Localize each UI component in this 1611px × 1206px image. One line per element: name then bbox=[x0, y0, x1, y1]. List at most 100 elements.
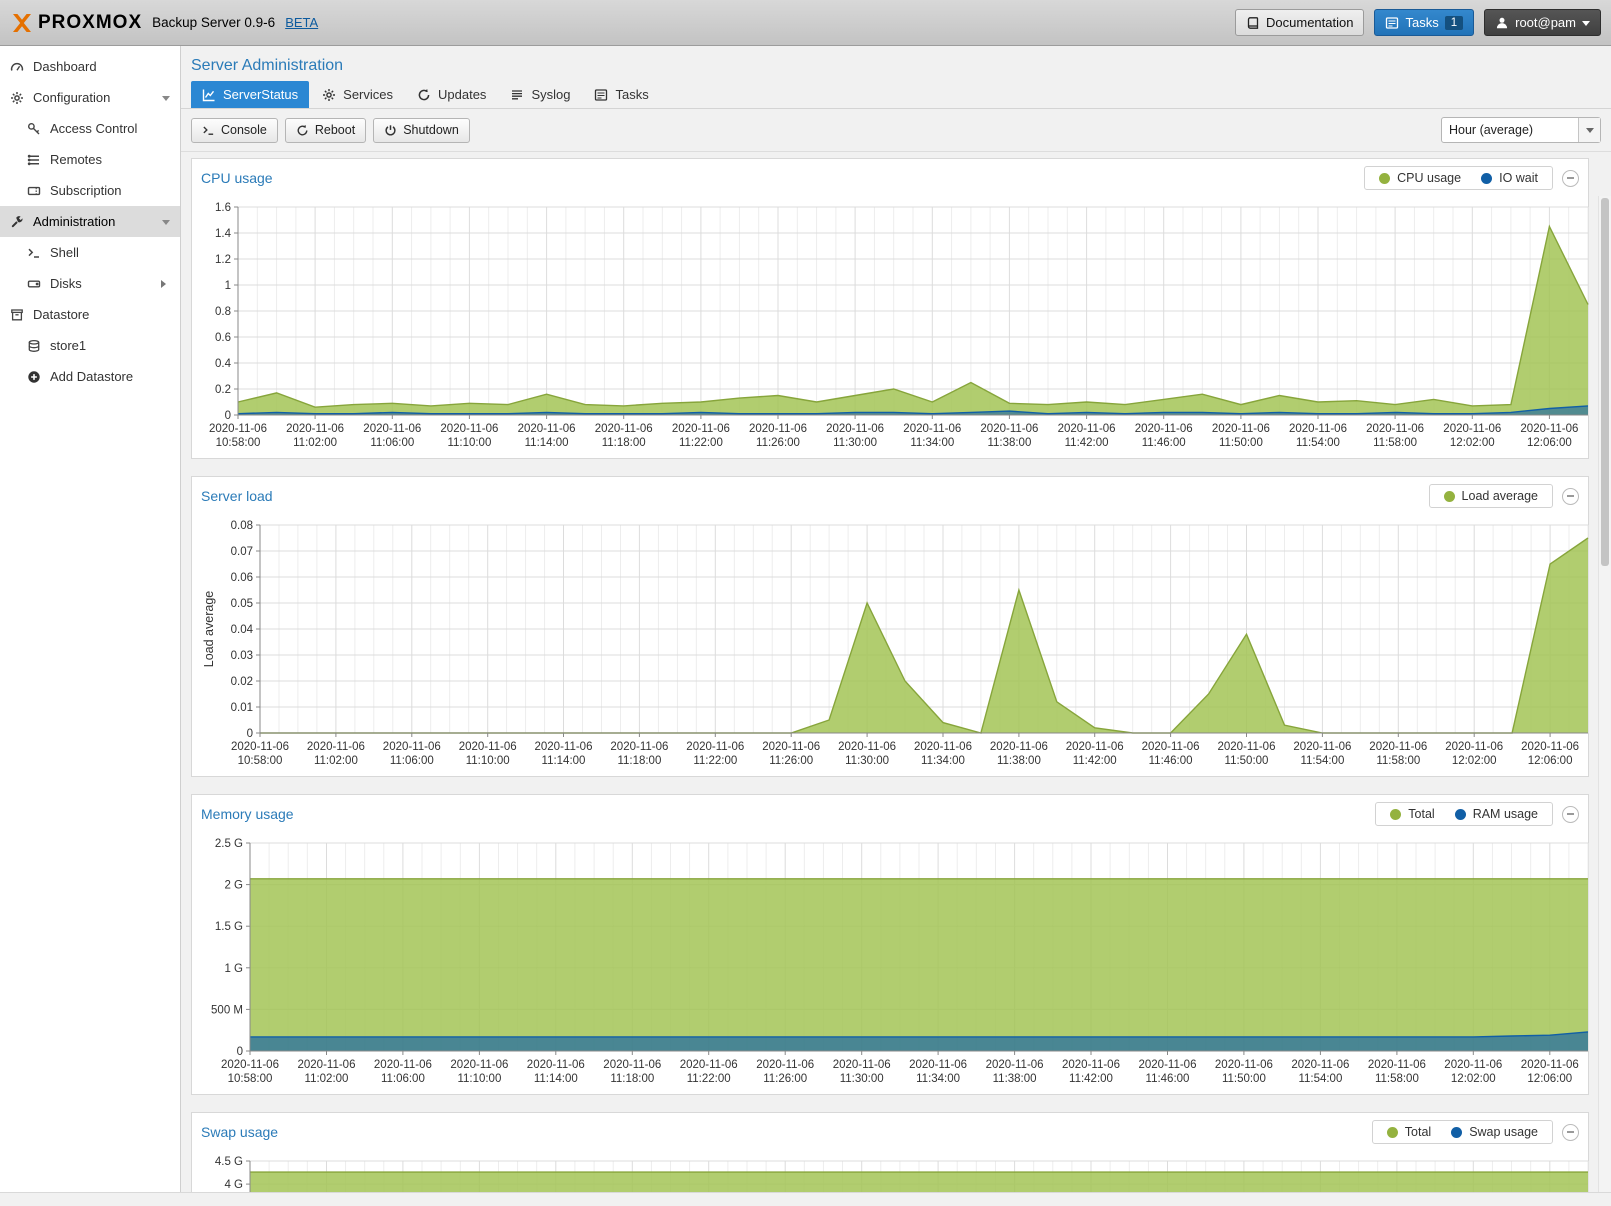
power-icon bbox=[384, 124, 397, 137]
tab-tasks[interactable]: Tasks bbox=[583, 81, 659, 108]
chart-legend: Load average bbox=[1429, 484, 1553, 508]
tasks-count-badge: 1 bbox=[1445, 16, 1463, 30]
svg-text:2020-11-06: 2020-11-06 bbox=[1212, 423, 1270, 435]
sidebar-item-add-datastore[interactable]: Add Datastore bbox=[0, 361, 180, 392]
svg-text:2020-11-06: 2020-11-06 bbox=[826, 423, 884, 435]
svg-text:11:34:00: 11:34:00 bbox=[916, 1073, 960, 1085]
tab-serverstatus[interactable]: ServerStatus bbox=[191, 81, 309, 108]
svg-text:1.2: 1.2 bbox=[215, 254, 231, 266]
main-content: Server Administration ServerStatus Servi… bbox=[181, 46, 1611, 1192]
collapse-icon[interactable] bbox=[1562, 1124, 1579, 1141]
svg-text:2020-11-06: 2020-11-06 bbox=[363, 423, 421, 435]
sidebar-item-dashboard[interactable]: Dashboard bbox=[0, 51, 180, 82]
svg-text:2020-11-06: 2020-11-06 bbox=[672, 423, 730, 435]
memory-usage-panel: Memory usage TotalRAM usage 0500 M1 G1.5… bbox=[191, 794, 1589, 1095]
reboot-label: Reboot bbox=[315, 123, 355, 137]
svg-text:11:02:00: 11:02:00 bbox=[305, 1073, 349, 1085]
svg-text:11:58:00: 11:58:00 bbox=[1376, 755, 1420, 767]
cpu-usage-panel: CPU usage CPU usageIO wait 00.20.40.60.8… bbox=[191, 158, 1589, 459]
reboot-icon bbox=[296, 124, 309, 137]
reboot-button[interactable]: Reboot bbox=[285, 118, 366, 143]
sidebar-item-label: Shell bbox=[50, 245, 79, 260]
sidebar-item-label: Access Control bbox=[50, 121, 137, 136]
legend-dot bbox=[1379, 173, 1390, 184]
chart-legend: TotalSwap usage bbox=[1372, 1120, 1553, 1144]
svg-text:11:42:00: 11:42:00 bbox=[1069, 1073, 1113, 1085]
terminal-icon bbox=[27, 246, 41, 260]
panel-header: Memory usage TotalRAM usage bbox=[192, 795, 1588, 831]
svg-text:2020-11-06: 2020-11-06 bbox=[909, 1059, 967, 1071]
terminal-icon bbox=[202, 124, 215, 137]
panel-title: Memory usage bbox=[201, 806, 294, 822]
sidebar-item-label: Administration bbox=[33, 214, 115, 229]
console-button[interactable]: Console bbox=[191, 118, 278, 143]
tab-syslog[interactable]: Syslog bbox=[499, 81, 581, 108]
task-list-icon bbox=[594, 88, 608, 102]
svg-text:12:06:00: 12:06:00 bbox=[1527, 437, 1572, 449]
timeframe-select[interactable]: Hour (average) bbox=[1441, 117, 1601, 143]
app-body: Dashboard Configuration Access Control R… bbox=[0, 46, 1611, 1192]
documentation-button[interactable]: Documentation bbox=[1235, 9, 1364, 36]
horizontal-scrollbar[interactable] bbox=[0, 1192, 1611, 1206]
svg-text:2020-11-06: 2020-11-06 bbox=[1066, 741, 1124, 753]
gears-icon bbox=[322, 88, 336, 102]
brand-text: PROXMOX bbox=[38, 12, 142, 34]
panel-header: Swap usage TotalSwap usage bbox=[192, 1113, 1588, 1149]
svg-text:1.6: 1.6 bbox=[215, 202, 231, 214]
collapse-icon[interactable] bbox=[1562, 488, 1579, 505]
svg-text:0.4: 0.4 bbox=[215, 358, 232, 370]
combo-trigger[interactable] bbox=[1578, 118, 1600, 142]
svg-text:0: 0 bbox=[247, 728, 253, 740]
sidebar-item-store1[interactable]: store1 bbox=[0, 330, 180, 361]
svg-text:11:10:00: 11:10:00 bbox=[457, 1073, 501, 1085]
svg-text:2020-11-06: 2020-11-06 bbox=[762, 741, 820, 753]
svg-text:2020-11-06: 2020-11-06 bbox=[1062, 1059, 1120, 1071]
sidebar-item-label: Dashboard bbox=[33, 59, 97, 74]
svg-text:2020-11-06: 2020-11-06 bbox=[231, 741, 289, 753]
user-menu-button[interactable]: root@pam bbox=[1484, 9, 1601, 36]
chevron-down-icon bbox=[1586, 128, 1594, 137]
svg-text:2020-11-06: 2020-11-06 bbox=[833, 1059, 891, 1071]
swap-usage-panel: Swap usage TotalSwap usage 0500 M1 G1.5 … bbox=[191, 1112, 1589, 1192]
svg-text:11:06:00: 11:06:00 bbox=[381, 1073, 425, 1085]
timeframe-value: Hour (average) bbox=[1442, 123, 1578, 137]
tab-services[interactable]: Services bbox=[311, 81, 404, 108]
svg-text:11:42:00: 11:42:00 bbox=[1073, 755, 1117, 767]
shutdown-button[interactable]: Shutdown bbox=[373, 118, 470, 143]
svg-text:0.02: 0.02 bbox=[231, 676, 253, 688]
sidebar-item-datastore[interactable]: Datastore bbox=[0, 299, 180, 330]
sidebar-item-subscription[interactable]: Subscription bbox=[0, 175, 180, 206]
sidebar-item-remotes[interactable]: Remotes bbox=[0, 144, 180, 175]
svg-text:11:50:00: 11:50:00 bbox=[1219, 437, 1263, 449]
legend-item: CPU usage bbox=[1379, 171, 1461, 185]
collapse-icon[interactable] bbox=[1562, 806, 1579, 823]
svg-text:1 G: 1 G bbox=[224, 963, 243, 975]
svg-text:11:54:00: 11:54:00 bbox=[1300, 755, 1344, 767]
beta-link[interactable]: BETA bbox=[285, 15, 318, 30]
tab-updates[interactable]: Updates bbox=[406, 81, 497, 108]
svg-text:10:58:00: 10:58:00 bbox=[216, 437, 261, 449]
sidebar-item-administration[interactable]: Administration bbox=[0, 206, 180, 237]
svg-text:2020-11-06: 2020-11-06 bbox=[440, 423, 498, 435]
chart-legend: CPU usageIO wait bbox=[1364, 166, 1553, 190]
svg-text:2020-11-06: 2020-11-06 bbox=[990, 741, 1048, 753]
sidebar-item-shell[interactable]: Shell bbox=[0, 237, 180, 268]
vertical-scrollbar[interactable] bbox=[1598, 196, 1611, 1192]
svg-text:12:06:00: 12:06:00 bbox=[1528, 755, 1573, 767]
svg-text:2020-11-06: 2020-11-06 bbox=[527, 1059, 585, 1071]
sidebar-item-access-control[interactable]: Access Control bbox=[0, 113, 180, 144]
svg-text:2020-11-06: 2020-11-06 bbox=[221, 1059, 279, 1071]
svg-text:2020-11-06: 2020-11-06 bbox=[986, 1059, 1044, 1071]
tasks-button[interactable]: Tasks 1 bbox=[1374, 9, 1474, 36]
collapse-icon[interactable] bbox=[1562, 170, 1579, 187]
scrollbar-thumb[interactable] bbox=[1601, 198, 1609, 566]
svg-text:2020-11-06: 2020-11-06 bbox=[307, 741, 365, 753]
sidebar-item-configuration[interactable]: Configuration bbox=[0, 82, 180, 113]
product-version: Backup Server 0.9-6 bbox=[152, 15, 275, 30]
svg-text:2020-11-06: 2020-11-06 bbox=[374, 1059, 432, 1071]
refresh-icon bbox=[417, 88, 431, 102]
svg-text:2020-11-06: 2020-11-06 bbox=[1521, 1059, 1579, 1071]
svg-text:1.5 G: 1.5 G bbox=[215, 921, 243, 933]
svg-text:0.6: 0.6 bbox=[215, 332, 231, 344]
sidebar-item-disks[interactable]: Disks bbox=[0, 268, 180, 299]
